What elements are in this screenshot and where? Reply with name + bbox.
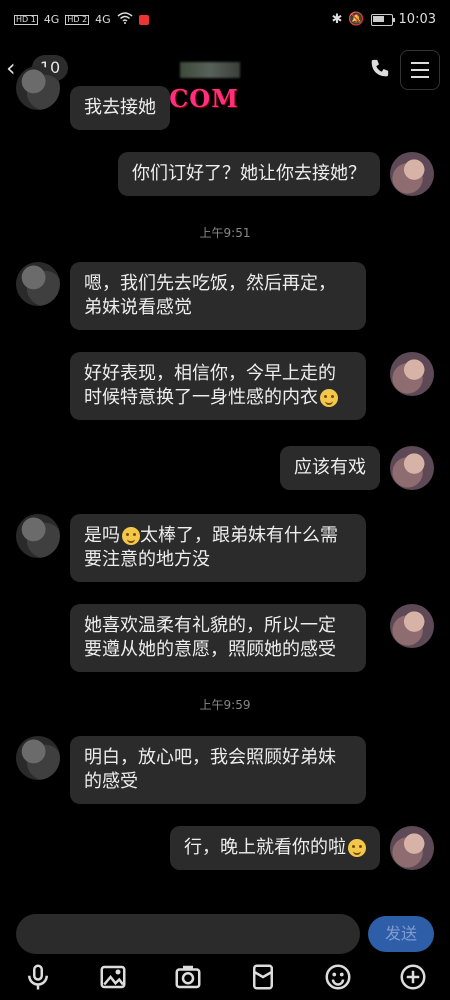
message-me: 她喜欢温柔有礼貌的，所以一定要遵从她的意愿，照顾她的感受	[70, 604, 366, 672]
camera-icon[interactable]	[173, 962, 203, 992]
menu-icon[interactable]	[400, 50, 440, 90]
image-icon[interactable]	[98, 962, 128, 992]
message-text-a: 是吗	[84, 525, 120, 546]
message-bubble: 行，晚上就看你的啦	[170, 826, 380, 870]
status-left: HD 1 4G HD 2 4G	[14, 12, 149, 27]
message-other: 嗯，我们先去吃饭，然后再定，弟妹说看感觉	[70, 262, 366, 330]
message-bubble: 是吗 太棒了，跟弟妹有什么需要注意的地方没	[70, 514, 366, 582]
avatar-me[interactable]	[390, 604, 434, 648]
message-text: 行，晚上就看你的啦	[184, 837, 346, 858]
wifi-icon	[117, 12, 133, 27]
emoji-icon[interactable]	[323, 962, 353, 992]
battery-icon	[370, 13, 395, 26]
chat-header: ‹ 10 91P46.COM	[0, 40, 450, 113]
composer: 发送	[0, 904, 450, 964]
composer-toolbar	[0, 960, 450, 1000]
plus-icon[interactable]	[398, 962, 428, 992]
message-bubble: 你们订好了？她让你去接她？	[118, 152, 380, 196]
message-bubble: 嗯，我们先去吃饭，然后再定，弟妹说看感觉	[70, 262, 366, 330]
emoji-thinking-icon	[320, 389, 338, 407]
avatar-me[interactable]	[390, 826, 434, 870]
message-bubble: 明白，放心吧，我会照顾好弟妹的感受	[70, 736, 366, 804]
status-bar: HD 1 4G HD 2 4G ✱ 🔕 10:03	[0, 0, 450, 40]
send-button[interactable]: 发送	[368, 916, 434, 952]
emoji-grin-icon	[348, 839, 366, 857]
avatar-other[interactable]	[16, 262, 60, 306]
red-packet-icon[interactable]	[248, 962, 278, 992]
app-notification-icon	[138, 14, 149, 25]
message-bubble: 我去接她	[70, 86, 170, 130]
message-bubble: 好好表现，相信你，今早上走的时候特意换了一身性感的内衣	[70, 352, 366, 420]
chat-area: 我去接她 你们订好了？她让你去接她？ 上午9:51 嗯，我们先去吃饭，然后再定，…	[0, 66, 450, 904]
mute-icon: 🔕	[348, 12, 365, 27]
phone-icon[interactable]	[368, 58, 390, 80]
message-me: 你们订好了？她让你去接她？	[118, 152, 380, 196]
avatar-other[interactable]	[16, 514, 60, 558]
message-me: 行，晚上就看你的啦	[170, 826, 380, 870]
message-text: 好好表现，相信你，今早上走的时候特意换了一身性感的内衣	[84, 363, 336, 408]
mic-icon[interactable]	[23, 962, 53, 992]
message-other: 明白，放心吧，我会照顾好弟妹的感受	[70, 736, 366, 804]
bluetooth-icon: ✱	[331, 12, 343, 27]
avatar-other[interactable]	[16, 736, 60, 780]
signal-label-1: 4G	[43, 13, 60, 26]
hd-badge-1: HD 1	[14, 14, 38, 25]
battery-fill	[372, 15, 384, 22]
message-bubble: 她喜欢温柔有礼貌的，所以一定要遵从她的意愿，照顾她的感受	[70, 604, 366, 672]
avatar-me[interactable]	[390, 352, 434, 396]
message-me: 好好表现，相信你，今早上走的时候特意换了一身性感的内衣	[70, 352, 366, 420]
message-bubble: 应该有戏	[280, 446, 380, 490]
emoji-kiss-icon	[122, 527, 140, 545]
message-input[interactable]	[16, 914, 360, 954]
timestamp: 上午9:59	[199, 698, 251, 712]
message-other: 是吗 太棒了，跟弟妹有什么需要注意的地方没	[70, 514, 366, 582]
contact-name-blurred	[180, 62, 240, 78]
timestamp: 上午9:51	[199, 226, 251, 240]
hd-badge-2: HD 2	[65, 14, 90, 25]
message-me: 应该有戏	[280, 446, 380, 490]
avatar-other[interactable]	[16, 66, 60, 110]
signal-label-2: 4G	[95, 13, 111, 26]
clock: 10:03	[398, 12, 436, 27]
avatar-me[interactable]	[390, 446, 434, 490]
avatar-me[interactable]	[390, 152, 434, 196]
status-right: ✱ 🔕 10:03	[331, 12, 436, 27]
message-other: 我去接她	[70, 86, 170, 130]
